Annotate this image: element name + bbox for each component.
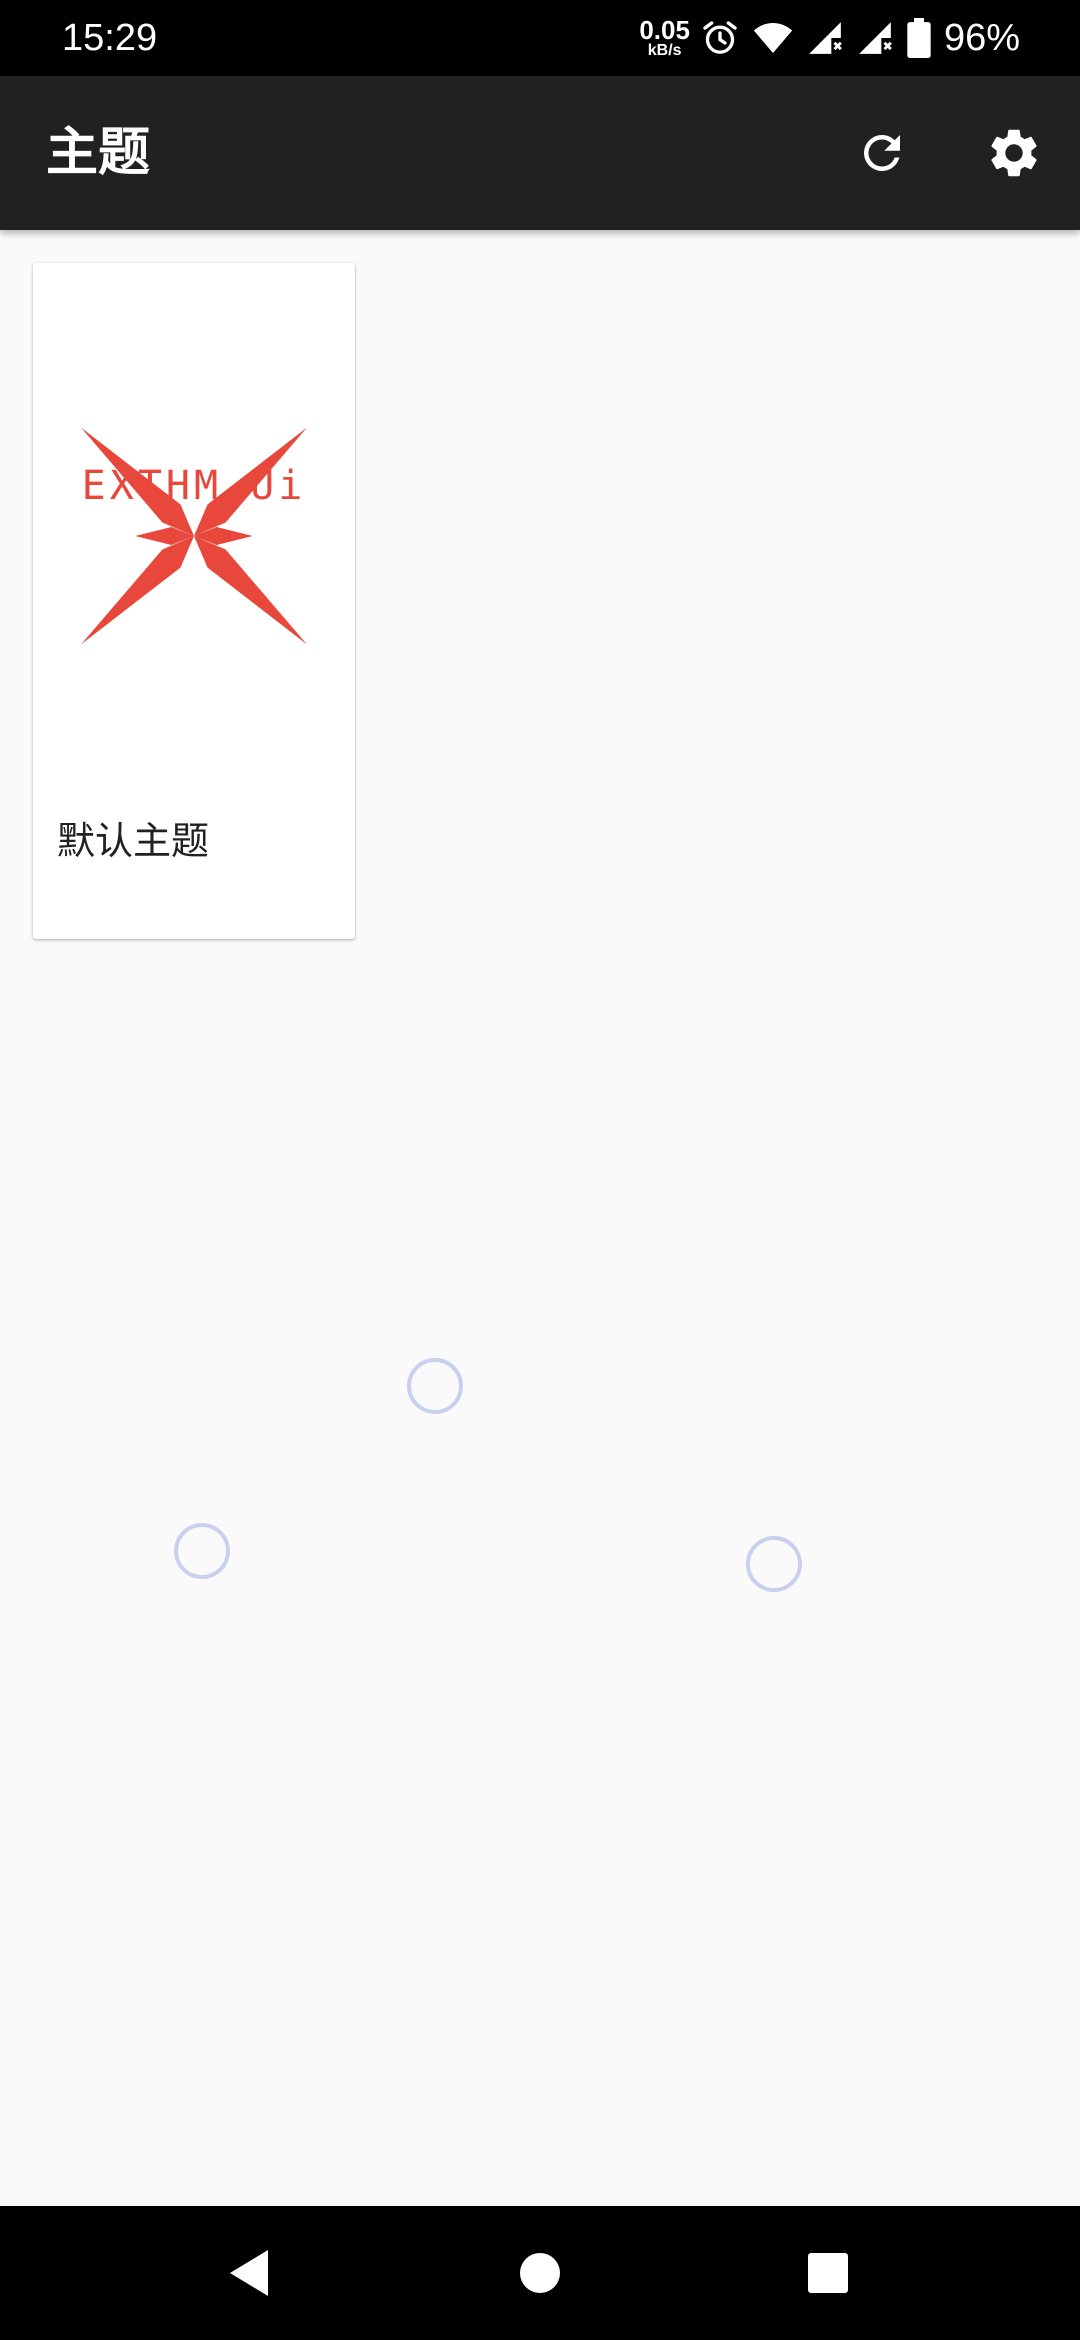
loading-indicator	[407, 1358, 463, 1414]
theme-name: 默认主题	[57, 819, 210, 863]
back-icon	[230, 2250, 268, 2296]
network-speed-value: 0.05	[639, 15, 690, 45]
signal-icon	[809, 22, 842, 54]
home-button[interactable]	[490, 2226, 590, 2320]
refresh-icon	[863, 134, 900, 171]
wifi-icon	[753, 23, 793, 53]
status-bar: 15:29 0.05 kB/s 96%	[0, 0, 1080, 76]
refresh-button[interactable]	[850, 121, 914, 185]
settings-button[interactable]	[982, 121, 1046, 185]
theme-card[interactable]: EXTHM Ui 默认主题	[33, 263, 355, 939]
loading-indicator	[746, 1536, 802, 1592]
status-time: 15:29	[62, 17, 158, 59]
network-speed-unit: kB/s	[647, 42, 682, 59]
exthm-logo-icon	[81, 427, 307, 645]
alarm-icon	[703, 21, 737, 54]
recents-icon	[808, 2253, 848, 2293]
gear-icon	[991, 129, 1037, 177]
loading-indicator	[174, 1523, 230, 1579]
app-bar: 主题	[0, 76, 1080, 230]
home-icon	[520, 2253, 560, 2293]
status-icons: 0.05 kB/s 96%	[639, 0, 1080, 76]
battery-percent: 96%	[943, 16, 1020, 59]
battery-icon	[907, 18, 931, 58]
recents-button[interactable]	[778, 2226, 878, 2320]
back-button[interactable]	[200, 2226, 300, 2320]
page-title: 主题	[46, 123, 151, 183]
signal-icon	[859, 22, 892, 54]
logo-text: EXTHM Ui	[81, 463, 307, 509]
network-speed: 0.05 kB/s	[639, 17, 690, 59]
navigation-bar	[0, 2206, 1080, 2340]
